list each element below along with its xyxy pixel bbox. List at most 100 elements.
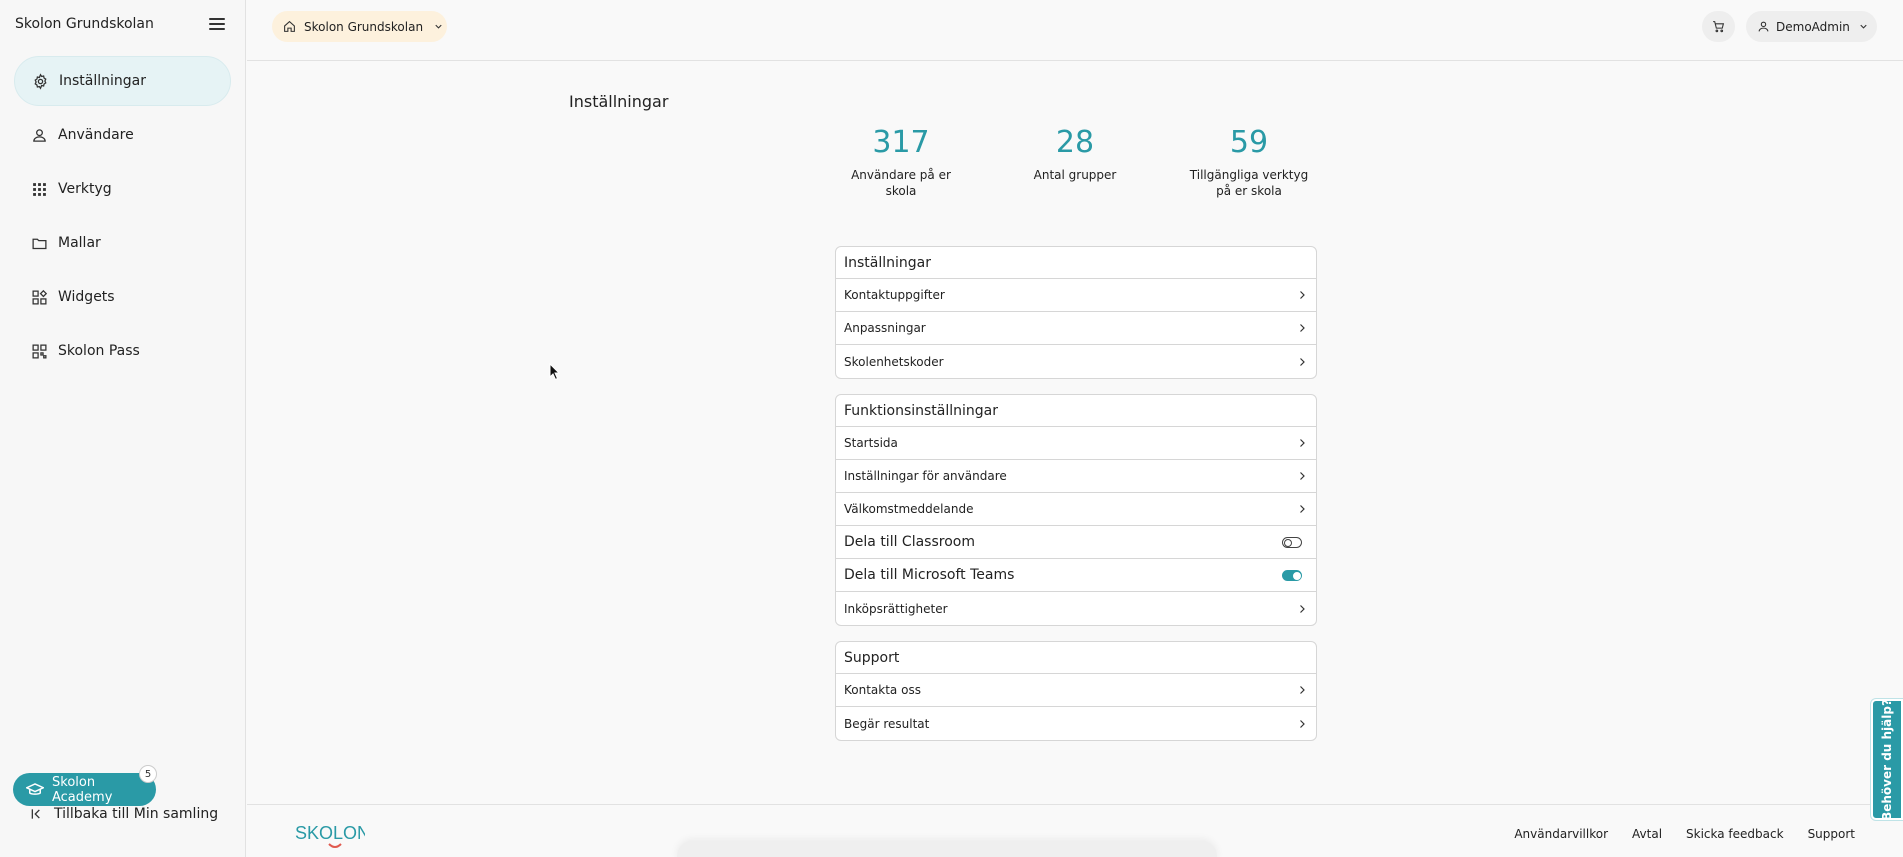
stat-value: 28 bbox=[1055, 125, 1095, 160]
card-title: Support bbox=[836, 642, 1316, 674]
sidebar-nav: Inställningar Användare Verktyg Mallar W… bbox=[0, 56, 245, 376]
row-label: Inköpsrättigheter bbox=[844, 601, 948, 616]
collapse-left-icon bbox=[30, 807, 44, 821]
back-label: Tillbaka till Min samling bbox=[54, 806, 219, 822]
widgets-icon bbox=[30, 288, 48, 306]
cart-button[interactable] bbox=[1702, 11, 1735, 42]
chevron-right-icon bbox=[1296, 470, 1308, 482]
chevron-down-icon bbox=[1858, 21, 1869, 32]
sidebar-item-label: Skolon Pass bbox=[58, 343, 140, 359]
home-icon bbox=[283, 20, 296, 33]
chevron-right-icon bbox=[1296, 718, 1308, 730]
footer-link-support[interactable]: Support bbox=[1808, 827, 1855, 841]
row-label: Skolenhetskoder bbox=[844, 354, 944, 369]
footer: SKOLON Användarvillkor Avtal Skicka feed… bbox=[247, 804, 1903, 857]
row-request-results[interactable]: Begär resultat bbox=[836, 707, 1316, 740]
row-label: Dela till Classroom bbox=[844, 534, 975, 550]
graduation-cap-icon bbox=[26, 782, 44, 797]
sidebar-item-anvandare[interactable]: Användare bbox=[14, 110, 231, 160]
chevron-right-icon bbox=[1296, 503, 1308, 515]
sidebar-item-mallar[interactable]: Mallar bbox=[14, 218, 231, 268]
chevron-right-icon bbox=[1296, 437, 1308, 449]
row-label: Välkomstmeddelande bbox=[844, 502, 974, 516]
chevron-right-icon bbox=[1296, 684, 1308, 696]
classroom-toggle[interactable] bbox=[1282, 536, 1302, 548]
row-welcome-message[interactable]: Välkomstmeddelande bbox=[836, 493, 1316, 526]
row-kontaktuppgifter[interactable]: Kontaktuppgifter bbox=[836, 279, 1316, 312]
row-label: Begär resultat bbox=[844, 716, 930, 731]
svg-text:SKOLON: SKOLON bbox=[295, 823, 365, 843]
settings-card: Inställningar Kontaktuppgifter Anpassnin… bbox=[835, 246, 1317, 379]
sidebar-title: Skolon Grundskolan bbox=[15, 16, 154, 32]
row-anpassningar[interactable]: Anpassningar bbox=[836, 312, 1316, 345]
stat-value: 317 bbox=[872, 125, 930, 160]
user-menu[interactable]: DemoAdmin bbox=[1746, 11, 1877, 42]
stat-label: Tillgängliga verktyg på er skola bbox=[1189, 168, 1309, 198]
chevron-right-icon bbox=[1296, 603, 1308, 615]
teams-toggle[interactable] bbox=[1282, 569, 1302, 581]
cart-icon bbox=[1712, 20, 1725, 33]
menu-icon[interactable] bbox=[209, 18, 225, 30]
row-share-teams: Dela till Microsoft Teams bbox=[836, 559, 1316, 592]
chevron-right-icon bbox=[1296, 356, 1308, 368]
row-label: Dela till Microsoft Teams bbox=[844, 567, 1015, 583]
sidebar-item-label: Inställningar bbox=[59, 73, 147, 89]
skolon-logo[interactable]: SKOLON bbox=[295, 817, 370, 853]
row-contact-us[interactable]: Kontakta oss bbox=[836, 674, 1316, 707]
sidebar-item-label: Mallar bbox=[58, 235, 101, 251]
sidebar-item-widgets[interactable]: Widgets bbox=[14, 272, 231, 322]
back-to-collection-link[interactable]: Tillbaka till Min samling bbox=[30, 806, 218, 822]
row-skolenhetskoder[interactable]: Skolenhetskoder bbox=[836, 345, 1316, 378]
school-selector[interactable]: Skolon Grundskolan bbox=[272, 11, 447, 42]
sidebar-item-skolon-pass[interactable]: Skolon Pass bbox=[14, 326, 231, 376]
footer-decoration bbox=[677, 841, 1217, 857]
stat-tools: 59 Tillgängliga verktyg på er skola bbox=[1179, 125, 1319, 199]
user-icon bbox=[30, 126, 48, 144]
row-label: Inställningar för användare bbox=[844, 469, 1007, 483]
academy-count-badge: 5 bbox=[139, 765, 157, 783]
sidebar-item-installningar[interactable]: Inställningar bbox=[14, 56, 231, 106]
card-title: Funktionsinställningar bbox=[836, 395, 1316, 427]
grid-icon bbox=[30, 180, 48, 198]
sidebar: Skolon Grundskolan Inställningar Använda… bbox=[0, 0, 246, 857]
row-share-classroom: Dela till Classroom bbox=[836, 526, 1316, 559]
row-label: Kontakta oss bbox=[844, 683, 921, 697]
card-title: Inställningar bbox=[836, 247, 1316, 279]
support-card: Support Kontakta oss Begär resultat bbox=[835, 641, 1317, 741]
feature-settings-card: Funktionsinställningar Startsida Inställ… bbox=[835, 394, 1317, 626]
stat-label: Antal grupper bbox=[1033, 168, 1117, 182]
row-label: Kontaktuppgifter bbox=[844, 288, 945, 302]
help-tab[interactable]: Behöver du hjälp? bbox=[1871, 699, 1903, 820]
skolon-academy-button[interactable]: Skolon Academy bbox=[13, 773, 156, 806]
stat-groups: 28 Antal grupper bbox=[1005, 125, 1145, 183]
footer-link-agreement[interactable]: Avtal bbox=[1632, 827, 1662, 841]
row-purchase-rights[interactable]: Inköpsrättigheter bbox=[836, 592, 1316, 625]
row-user-settings[interactable]: Inställningar för användare bbox=[836, 460, 1316, 493]
sidebar-item-verktyg[interactable]: Verktyg bbox=[14, 164, 231, 214]
page-title: Inställningar bbox=[569, 92, 669, 111]
footer-link-terms[interactable]: Användarvillkor bbox=[1514, 827, 1608, 841]
stat-value: 59 bbox=[1229, 125, 1269, 160]
school-label: Skolon Grundskolan bbox=[304, 19, 424, 34]
stat-label: Användare på er skola bbox=[851, 168, 951, 198]
row-label: Anpassningar bbox=[844, 321, 926, 335]
chevron-right-icon bbox=[1296, 289, 1308, 301]
sidebar-item-label: Widgets bbox=[58, 289, 115, 305]
mouse-cursor-icon bbox=[549, 363, 561, 381]
chevron-down-icon bbox=[433, 21, 444, 32]
help-tab-label: Behöver du hjälp? bbox=[1880, 698, 1895, 821]
gear-icon bbox=[31, 72, 49, 90]
user-label: DemoAdmin bbox=[1776, 19, 1850, 34]
folder-icon bbox=[30, 234, 48, 252]
sidebar-header: Skolon Grundskolan bbox=[0, 0, 245, 48]
user-icon bbox=[1757, 20, 1770, 33]
stat-users: 317 Användare på er skola bbox=[831, 125, 971, 199]
chevron-right-icon bbox=[1296, 322, 1308, 334]
sidebar-item-label: Verktyg bbox=[58, 181, 112, 197]
footer-link-feedback[interactable]: Skicka feedback bbox=[1686, 827, 1784, 841]
topbar: Skolon Grundskolan DemoAdmin bbox=[247, 0, 1903, 61]
sidebar-item-label: Användare bbox=[58, 127, 134, 143]
footer-links: Användarvillkor Avtal Skicka feedback Su… bbox=[1514, 827, 1855, 841]
row-startsida[interactable]: Startsida bbox=[836, 427, 1316, 460]
qr-icon bbox=[30, 342, 48, 360]
